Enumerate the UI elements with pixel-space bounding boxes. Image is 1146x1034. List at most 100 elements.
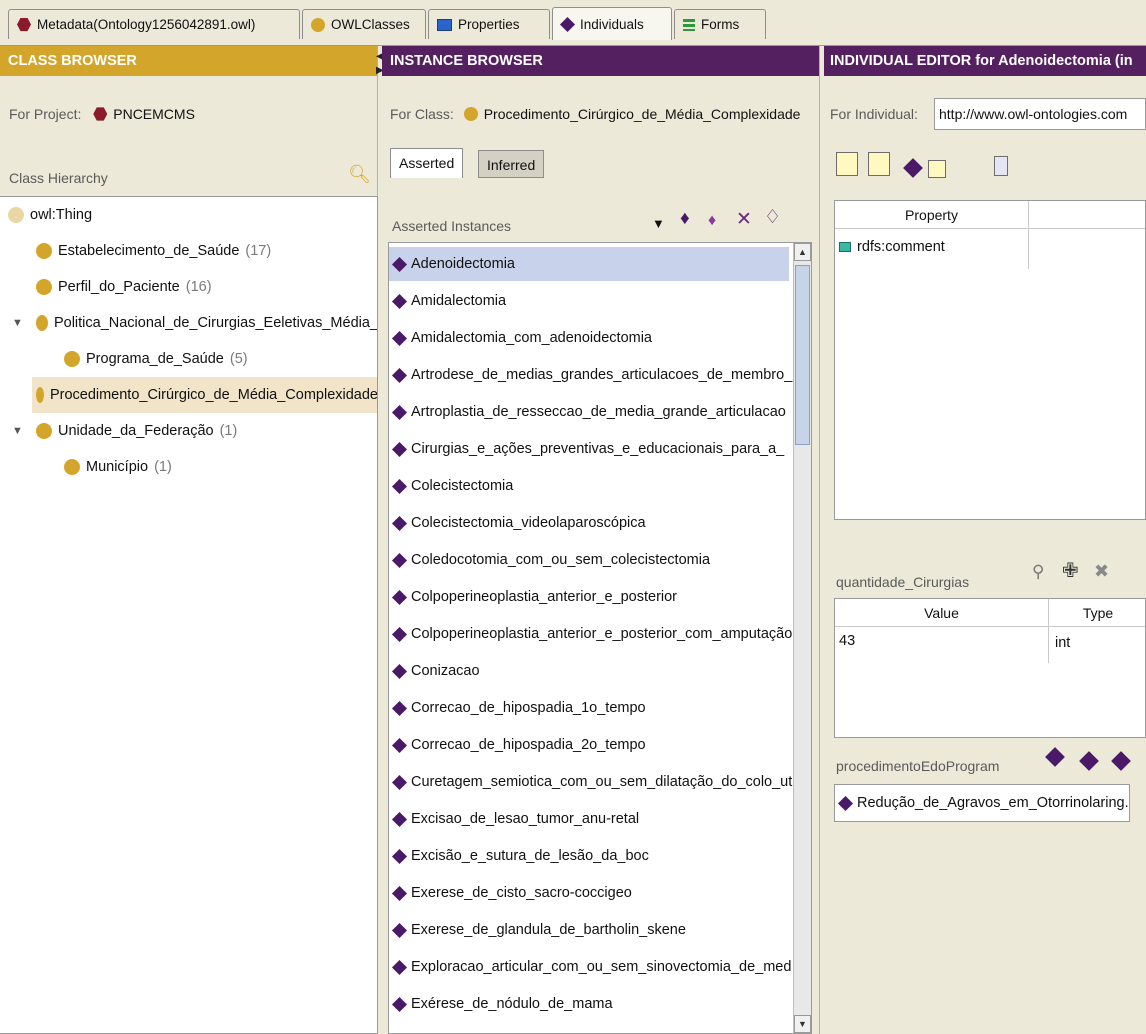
instance-row[interactable]: Colpoperineoplastia_anterior_e_posterior xyxy=(389,580,789,614)
individual-diamond-icon xyxy=(559,16,576,32)
instance-name: Cirurgias_e_ações_preventivas_e_educacio… xyxy=(411,441,785,457)
class-count: (17) xyxy=(245,243,272,259)
create-instance-icon[interactable]: ♦ xyxy=(680,209,690,229)
instance-name: Adenoidectomia xyxy=(411,256,515,272)
asserted-instances-label: Asserted Instances xyxy=(392,218,512,234)
search-value-icon[interactable]: ⚲ xyxy=(1032,562,1044,582)
panel-layout-icon[interactable] xyxy=(994,156,1008,176)
tab-label: Metadata(Ontology1256042891.owl) xyxy=(37,17,256,32)
scroll-up-button[interactable]: ▲ xyxy=(794,243,811,261)
instance-browser-header: INSTANCE BROWSER xyxy=(382,46,819,76)
quantity-value[interactable]: 43 xyxy=(839,633,855,649)
instance-row[interactable]: Exérese_de_nódulo_de_mama xyxy=(389,987,789,1021)
property-row[interactable]: rdfs:comment xyxy=(839,239,945,255)
individual-uri-field[interactable]: http://www.owl-ontologies.com xyxy=(934,98,1146,130)
class-hierarchy-label: Class Hierarchy xyxy=(9,170,108,186)
instance-row[interactable]: Curetagem_semiotica_com_ou_sem_dilatação… xyxy=(389,765,792,799)
class-name: Unidade_da_Federação xyxy=(58,423,214,439)
tab-inferred[interactable]: Inferred xyxy=(478,150,545,178)
instance-row[interactable]: Correcao_de_hipospadia_1o_tempo xyxy=(389,691,789,725)
remove-related-instance-icon[interactable] xyxy=(1111,751,1131,771)
instance-name: Exerese_de_cisto_sacro-coccigeo xyxy=(411,885,632,901)
tab-owlclasses[interactable]: OWLClasses xyxy=(302,9,426,39)
instance-row[interactable]: Colpoperineoplastia_anterior_e_posterior… xyxy=(389,617,793,651)
class-circle-icon xyxy=(36,279,52,295)
instance-row[interactable]: Cirurgias_e_ações_preventivas_e_educacio… xyxy=(389,432,789,466)
tree-node-class[interactable]: Perfil_do_Paciente (16) xyxy=(36,269,212,305)
individual-diamond-icon xyxy=(391,293,408,309)
column-divider xyxy=(1048,627,1049,663)
instance-row[interactable]: Coledocotomia_com_ou_sem_colecistectomia xyxy=(389,543,789,577)
class-name: Politica_Nacional_de_Cirurgias_Eeletivas… xyxy=(53,315,378,331)
individual-label: For Individual: xyxy=(830,106,918,122)
tree-node-owl-thing[interactable]: owl:Thing xyxy=(8,197,92,233)
tab-properties[interactable]: Properties xyxy=(428,9,550,39)
individual-diamond-icon xyxy=(391,515,408,531)
tab-forms[interactable]: Forms xyxy=(674,9,766,39)
individual-diamond-icon xyxy=(391,700,408,716)
delete-instance-icon[interactable]: ✕ xyxy=(736,210,752,230)
instance-name: Colpoperineoplastia_anterior_e_posterior… xyxy=(411,626,793,642)
tree-node-class[interactable]: Estabelecimento_de_Saúde (17) xyxy=(36,233,271,269)
instance-row[interactable]: Amidalectomia xyxy=(389,284,789,318)
value-column-header xyxy=(1029,201,1145,229)
instance-row[interactable]: Artrodese_de_medias_grandes_articulacoes… xyxy=(389,358,792,392)
instance-row[interactable]: Excisão_e_sutura_de_lesão_da_boc xyxy=(389,839,789,873)
individual-diamond-icon xyxy=(837,795,854,811)
forms-icon xyxy=(683,18,695,31)
scroll-down-button[interactable]: ▼ xyxy=(794,1015,811,1033)
instance-row[interactable]: Conizacao xyxy=(389,654,789,688)
instance-row[interactable]: Correcao_de_hipospadia_2o_tempo xyxy=(389,728,789,762)
add-property-value-icon[interactable] xyxy=(868,152,890,176)
add-value-icon[interactable]: ✙ xyxy=(1062,561,1079,581)
add-individual-icon[interactable] xyxy=(903,158,923,178)
remove-value-icon[interactable]: ✖ xyxy=(1094,561,1109,581)
instance-row[interactable]: Excisao_de_lesao_tumor_anu-retal xyxy=(389,802,789,836)
instance-row[interactable]: Amidalectomia_com_adenoidectomia xyxy=(389,321,789,355)
programa-value-list[interactable]: Redução_de_Agravos_em_Otorrinolaring... xyxy=(834,784,1130,822)
individual-diamond-icon xyxy=(391,848,408,864)
instance-scrollbar[interactable]: ▲ ▼ xyxy=(793,243,811,1033)
instance-row-selected[interactable]: Adenoidectomia xyxy=(389,247,789,281)
find-class-icon[interactable]: 🔍︎ xyxy=(348,164,371,185)
tab-label: Forms xyxy=(701,17,740,32)
instance-row[interactable]: Colecistectomia_videolaparoscópica xyxy=(389,506,789,540)
individual-diamond-icon xyxy=(391,367,408,383)
tree-node-class[interactable]: Município (1) xyxy=(64,449,172,485)
tree-node-class[interactable]: Politica_Nacional_de_Cirurgias_Eeletivas… xyxy=(36,305,378,341)
tree-node-class[interactable]: Programa_de_Saúde (5) xyxy=(64,341,248,377)
instance-name: Correcao_de_hipospadia_2o_tempo xyxy=(411,737,646,753)
expand-triangle-icon[interactable]: ▼ xyxy=(12,317,23,329)
individual-diamond-icon xyxy=(391,478,408,494)
delete-value-icon[interactable] xyxy=(928,160,946,178)
instance-name: Correcao_de_hipospadia_1o_tempo xyxy=(411,700,646,716)
tab-individuals[interactable]: Individuals xyxy=(552,7,672,40)
create-related-instance-icon[interactable] xyxy=(1045,747,1065,767)
instance-row[interactable]: Exploracao_articular_com_ou_sem_sinovect… xyxy=(389,950,791,984)
scroll-thumb[interactable] xyxy=(795,265,810,445)
add-annotation-icon[interactable] xyxy=(836,152,858,176)
individual-diamond-icon xyxy=(391,996,408,1012)
tab-asserted[interactable]: Asserted xyxy=(390,148,464,178)
instance-row[interactable]: Colecistectomia xyxy=(389,469,789,503)
class-circle-icon xyxy=(36,315,48,331)
instance-row[interactable]: Exerese_de_cisto_sacro-coccigeo xyxy=(389,876,789,910)
tree-node-class[interactable]: Unidade_da_Federação (1) xyxy=(36,413,237,449)
instance-name: Colpoperineoplastia_anterior_e_posterior xyxy=(411,589,678,605)
add-related-instance-icon[interactable] xyxy=(1079,751,1099,771)
tab-label: Individuals xyxy=(580,16,644,32)
class-label-text: For Class: xyxy=(390,106,454,122)
expand-triangle-icon[interactable]: ▼ xyxy=(12,425,23,437)
copy-instance-icon[interactable]: ♦ xyxy=(708,211,716,231)
instance-name: Artroplastia_de_resseccao_de_media_grand… xyxy=(411,404,786,420)
dropdown-arrow-icon[interactable]: ▼ xyxy=(652,214,665,234)
class-circle-icon xyxy=(311,17,325,32)
programa-value: Redução_de_Agravos_em_Otorrinolaring... xyxy=(857,795,1130,811)
instance-row[interactable]: Exerese_de_glandula_de_bartholin_skene xyxy=(389,913,789,947)
find-instance-icon[interactable]: ♢ xyxy=(764,208,781,228)
instance-row[interactable]: Artroplastia_de_resseccao_de_media_grand… xyxy=(389,395,789,429)
tree-node-selected[interactable]: Procedimento_Cirúrgico_de_Média_Complexi… xyxy=(32,377,377,413)
tab-metadata[interactable]: Metadata(Ontology1256042891.owl) xyxy=(8,9,300,39)
class-count: (5) xyxy=(229,351,248,367)
individual-diamond-icon xyxy=(391,663,408,679)
